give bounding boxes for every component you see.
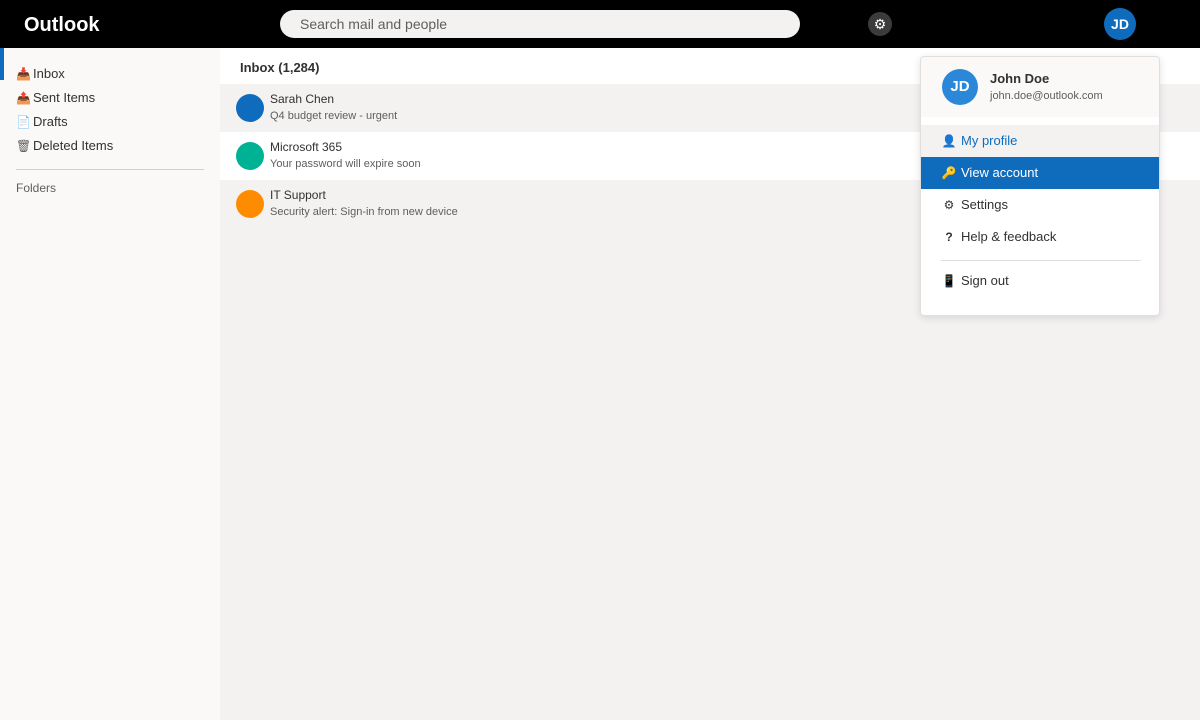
- menu-item-view-account[interactable]: 🔑 View account: [921, 157, 1159, 189]
- active-indicator: [0, 48, 4, 80]
- phone-icon: 📱: [941, 274, 957, 288]
- menu-item-help[interactable]: ? Help & feedback: [921, 221, 1159, 253]
- menu-item-label: Sign out: [961, 273, 1009, 288]
- sidebar-divider: [16, 169, 204, 170]
- menu-item-label: Help & feedback: [961, 229, 1057, 244]
- account-name: John Doe: [990, 71, 1050, 86]
- menu-item-label: View account: [961, 165, 1039, 180]
- account-email: john.doe@outlook.com: [990, 90, 1103, 102]
- sidebar-item-label: Drafts: [33, 114, 68, 129]
- mail-subject: Security alert: Sign-in from new device: [270, 206, 458, 218]
- menu-item-label: My profile: [961, 133, 1018, 148]
- sender-avatar: [236, 142, 264, 170]
- sidebar-item-label: Deleted Items: [33, 138, 114, 153]
- key-icon: 🔑: [941, 166, 957, 180]
- gear-icon: ⚙: [943, 198, 955, 212]
- account-menu-avatar: JD: [942, 69, 978, 105]
- sidebar-item-drafts[interactable]: 📄 Drafts: [16, 112, 68, 132]
- mail-sender: Sarah Chen: [270, 92, 335, 106]
- sender-avatar: [236, 94, 264, 122]
- search-input[interactable]: [280, 10, 800, 38]
- top-bar: Outlook ⚙ JD: [0, 0, 1200, 48]
- inbox-icon: 📥: [16, 67, 31, 81]
- sidebar-item-label: Sent Items: [33, 90, 96, 105]
- trash-icon: 🗑: [16, 139, 32, 153]
- sidebar-item-inbox[interactable]: 📥 Inbox: [16, 64, 65, 84]
- menu-item-sign-out[interactable]: 📱 Sign out: [921, 265, 1159, 297]
- account-menu: JD John Doe john.doe@outlook.com 👤 My pro…: [920, 56, 1160, 316]
- person-icon: 👤: [941, 134, 957, 148]
- mail-subject: Q4 budget review - urgent: [270, 110, 398, 122]
- sent-icon: 📤: [16, 91, 31, 105]
- sidebar: 📥 Inbox 📤 Sent Items 📄 Drafts 🗑 Deleted Item…: [0, 48, 220, 720]
- folders-label[interactable]: Folders: [16, 180, 56, 196]
- sidebar-item-sent[interactable]: 📤 Sent Items: [16, 88, 95, 108]
- app-brand[interactable]: Outlook: [24, 12, 100, 38]
- question-icon: ?: [945, 230, 953, 244]
- menu-item-label: Settings: [961, 197, 1008, 212]
- menu-divider: [941, 260, 1141, 261]
- sidebar-item-label: Inbox: [33, 66, 65, 81]
- settings-gear-icon[interactable]: ⚙: [868, 12, 892, 36]
- account-menu-header: JD John Doe john.doe@outlook.com: [921, 57, 1159, 117]
- sender-avatar: [236, 190, 264, 218]
- mail-list-title: Inbox (1,284): [240, 60, 320, 75]
- menu-item-my-profile[interactable]: 👤 My profile: [921, 125, 1159, 157]
- mail-sender: Microsoft 365: [270, 140, 343, 154]
- account-avatar-button[interactable]: JD: [1104, 8, 1136, 40]
- drafts-icon: 📄: [16, 115, 31, 129]
- sidebar-item-deleted[interactable]: 🗑 Deleted Items: [16, 136, 113, 156]
- menu-item-settings[interactable]: ⚙ Settings: [921, 189, 1159, 221]
- mail-subject: Your password will expire soon: [270, 158, 421, 170]
- mail-sender: IT Support: [270, 188, 326, 202]
